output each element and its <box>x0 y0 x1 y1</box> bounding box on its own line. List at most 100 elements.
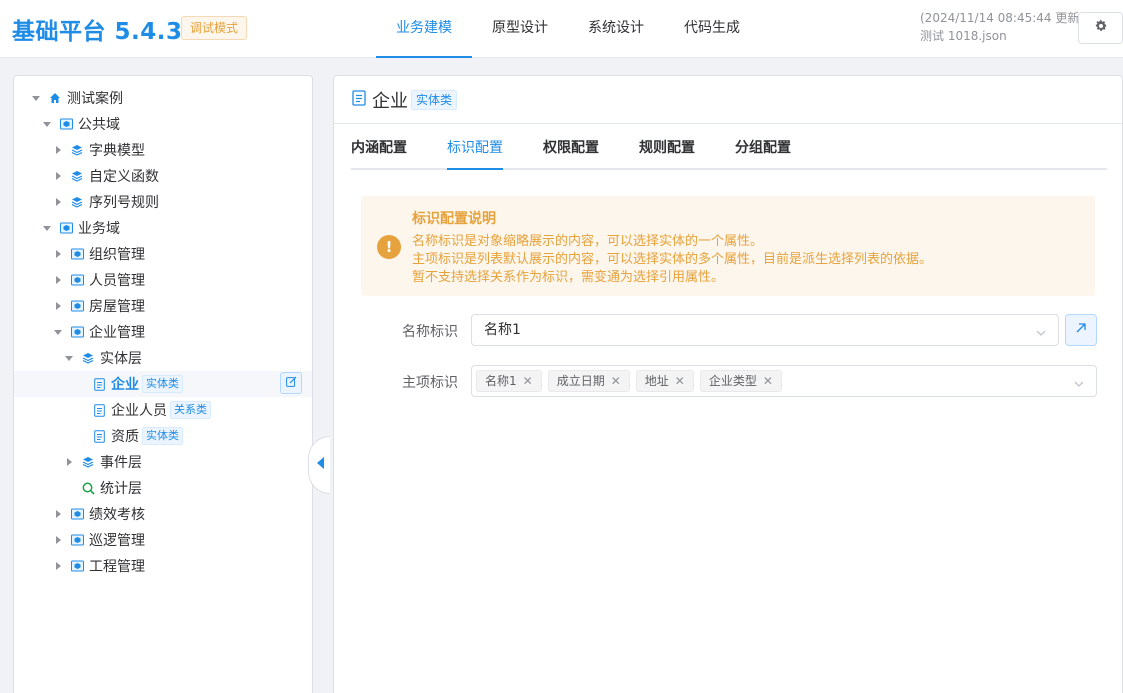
tree-node[interactable]: 企业管理 <box>14 319 312 345</box>
layers-icon <box>70 169 84 183</box>
tree-node-label: 测试案例 <box>67 91 123 107</box>
file-name: 测试 1018.json <box>920 29 1007 43</box>
nav-code-generation[interactable]: 代码生成 <box>664 0 760 58</box>
tree-node[interactable]: 实体层 <box>14 345 312 371</box>
tree-node-label: 公共域 <box>78 117 120 133</box>
node-type-tag: 关系类 <box>170 401 211 419</box>
tree-node-label: 序列号规则 <box>89 195 159 211</box>
domain-icon <box>70 533 84 547</box>
model-tree: 测试案例公共域字典模型自定义函数序列号规则业务域 组织管理人员管理房屋管理企业管理… <box>14 85 312 579</box>
settings-button[interactable] <box>1078 12 1123 44</box>
main-id-multiselect[interactable]: 名称1 ✕ 成立日期 ✕ 地址 ✕ 企业类型 ✕ <box>471 365 1097 397</box>
entity-title: 企业 <box>372 90 408 112</box>
warning-icon: ! <box>377 235 401 259</box>
node-type-tag: 实体类 <box>142 427 183 445</box>
caret-right-icon[interactable] <box>52 560 64 572</box>
document-icon <box>352 89 366 110</box>
tree-node-label: 事件层 <box>100 455 142 471</box>
home-icon <box>48 91 62 105</box>
top-header: 基础平台 5.4.3 调试模式 业务建模 原型设计 系统设计 代码生成 (202… <box>0 0 1123 58</box>
caret-down-icon[interactable] <box>30 92 42 104</box>
tab-identifier-config[interactable]: 标识配置 <box>447 124 503 170</box>
tree-node-label: 绩效考核 <box>89 507 145 523</box>
caret-right-icon[interactable] <box>52 170 64 182</box>
tab-group-config[interactable]: 分组配置 <box>735 124 791 170</box>
selected-tag: 企业类型 ✕ <box>699 370 782 392</box>
selected-tag: 地址 ✕ <box>635 370 694 392</box>
close-icon[interactable]: ✕ <box>523 371 533 391</box>
tree-node[interactable]: 公共域 <box>14 111 312 137</box>
tree-node[interactable]: 企业 实体类 <box>14 371 312 397</box>
tree-node-label: 自定义函数 <box>89 169 159 185</box>
tab-connotation-config[interactable]: 内涵配置 <box>351 124 407 170</box>
tab-rule-config[interactable]: 规则配置 <box>639 124 695 170</box>
tree-node[interactable]: 测试案例 <box>14 85 312 111</box>
selected-tags: 名称1 ✕ 成立日期 ✕ 地址 ✕ 企业类型 ✕ <box>476 370 788 392</box>
tree-node-label: 企业人员 <box>111 403 167 419</box>
tab-permission-config[interactable]: 权限配置 <box>543 124 599 170</box>
node-type-tag: 实体类 <box>142 375 183 393</box>
nav-business-modeling[interactable]: 业务建模 <box>376 0 472 58</box>
close-icon[interactable]: ✕ <box>675 371 685 391</box>
nav-prototype-design[interactable]: 原型设计 <box>472 0 568 58</box>
tree-node-label: 人员管理 <box>89 273 145 289</box>
tree-node[interactable]: 工程管理 <box>14 553 312 579</box>
name-id-select[interactable]: 名称1 <box>471 314 1059 346</box>
nav-system-design[interactable]: 系统设计 <box>568 0 664 58</box>
tree-node[interactable]: 房屋管理 <box>14 293 312 319</box>
tree-node[interactable]: 自定义函数 <box>14 163 312 189</box>
caret-right-icon[interactable] <box>52 274 64 286</box>
tree-node-label: 房屋管理 <box>89 299 145 315</box>
caret-right-icon[interactable] <box>63 456 75 468</box>
tree-node[interactable]: 巡逻管理 <box>14 527 312 553</box>
name-id-label: 名称标识 <box>402 324 458 340</box>
document-icon <box>92 403 106 417</box>
selected-tag: 成立日期 ✕ <box>547 370 630 392</box>
domain-icon <box>70 273 84 287</box>
tree-node-label: 资质 <box>111 429 139 445</box>
model-tree-panel: 测试案例公共域字典模型自定义函数序列号规则业务域 组织管理人员管理房屋管理企业管理… <box>13 75 330 693</box>
tree-node[interactable]: 字典模型 <box>14 137 312 163</box>
caret-right-icon[interactable] <box>52 508 64 520</box>
tree-node[interactable]: 绩效考核 <box>14 501 312 527</box>
tree-node[interactable]: 资质 实体类 <box>14 423 312 449</box>
tree-node[interactable]: 事件层 <box>14 449 312 475</box>
name-id-value: 名称1 <box>484 322 521 338</box>
tree-node[interactable]: 业务域 <box>14 215 312 241</box>
caret-right-icon[interactable] <box>52 534 64 546</box>
layers-icon <box>81 351 95 365</box>
caret-down-icon[interactable] <box>41 222 53 234</box>
domain-icon <box>59 117 73 131</box>
close-icon[interactable]: ✕ <box>763 371 773 391</box>
tree-node[interactable]: 序列号规则 <box>14 189 312 215</box>
edit-node-button[interactable] <box>280 372 302 394</box>
caret-right-icon[interactable] <box>52 248 64 260</box>
open-link-button[interactable] <box>1065 314 1097 346</box>
domain-icon <box>59 221 73 235</box>
layers-icon <box>81 455 95 469</box>
tree-node[interactable]: 组织管理 <box>14 241 312 267</box>
brand-title: 基础平台 5.4.3 <box>12 19 183 45</box>
arrow-up-right-icon <box>1075 322 1087 338</box>
caret-down-icon[interactable] <box>52 326 64 338</box>
tree-node[interactable]: 人员管理 <box>14 267 312 293</box>
tree-node[interactable]: 统计层 <box>14 475 312 501</box>
notice-line: 暂不支持选择关系作为标识，需变通为选择引用属性。 <box>412 270 725 285</box>
chevron-down-icon <box>1036 326 1046 336</box>
domain-icon <box>70 507 84 521</box>
caret-right-icon[interactable] <box>52 196 64 208</box>
caret-down-icon[interactable] <box>41 118 53 130</box>
notice-line: 主项标识是列表默认展示的内容，可以选择实体的多个属性，目前是派生选择列表的依据。 <box>412 252 933 267</box>
document-icon <box>92 429 106 443</box>
close-icon[interactable]: ✕ <box>611 371 621 391</box>
caret-right-icon[interactable] <box>52 300 64 312</box>
identifier-notice: ! 标识配置说明 名称标识是对象缩略展示的内容，可以选择实体的一个属性。 主项标… <box>361 196 1095 296</box>
selected-tag: 名称1 ✕ <box>476 370 542 392</box>
caret-down-icon[interactable] <box>63 352 75 364</box>
caret-left-icon <box>315 456 325 474</box>
domain-icon <box>70 299 84 313</box>
tree-node[interactable]: 企业人员 关系类 <box>14 397 312 423</box>
caret-right-icon[interactable] <box>52 144 64 156</box>
tree-node-label: 实体层 <box>100 351 142 367</box>
main-id-label: 主项标识 <box>402 375 458 391</box>
